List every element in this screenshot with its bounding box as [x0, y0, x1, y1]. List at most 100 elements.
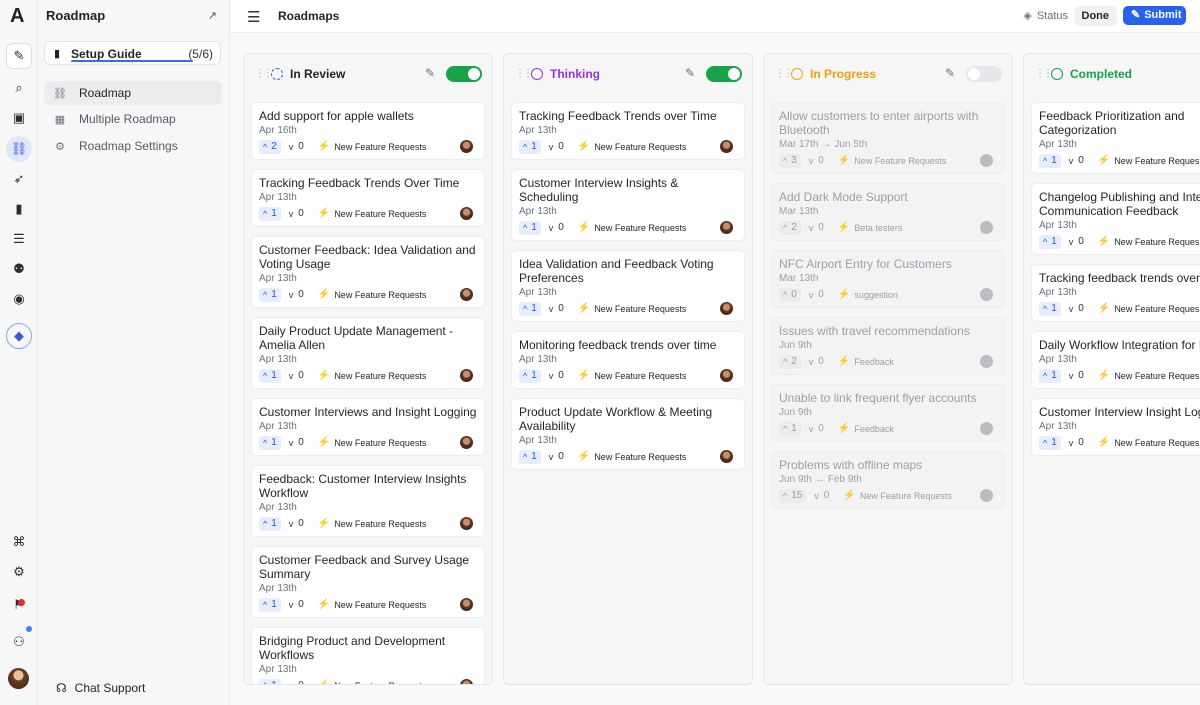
card-avatar[interactable]: [980, 422, 993, 435]
roadmap-card[interactable]: Daily Workflow Integration for P Updates…: [1031, 331, 1200, 389]
card-avatar[interactable]: [460, 598, 473, 611]
downvote-button[interactable]: v0: [1065, 235, 1088, 249]
upvote-button[interactable]: ^1: [1039, 234, 1061, 249]
diamond-icon[interactable]: ◆: [6, 323, 32, 349]
drag-handle-icon[interactable]: ⋮⋮: [775, 68, 793, 79]
downvote-button[interactable]: v0: [285, 679, 308, 684]
card-avatar[interactable]: [720, 140, 733, 153]
card-avatar[interactable]: [460, 140, 473, 153]
roadmap-card[interactable]: Unable to link frequent flyer accounts Ju…: [771, 384, 1005, 442]
status-button[interactable]: ◈ Status: [1023, 9, 1068, 23]
downvote-button[interactable]: v0: [285, 207, 308, 221]
upvote-button[interactable]: ^1: [779, 421, 801, 436]
downvote-button[interactable]: v0: [285, 369, 308, 383]
sidebar-item-roadmap-settings[interactable]: ⚙ Roadmap Settings: [44, 134, 222, 158]
setup-guide[interactable]: ▮ Setup Guide (5/6): [44, 41, 221, 65]
upvote-button[interactable]: ^1: [519, 301, 541, 316]
card-avatar[interactable]: [980, 288, 993, 301]
done-button[interactable]: Done: [1073, 6, 1117, 26]
roadmap-card[interactable]: Customer Interview Insights & Scheduling…: [511, 169, 745, 241]
upvote-button[interactable]: ^ 2: [779, 354, 801, 369]
roadmap-card[interactable]: Monitoring feedback trends over time Apr …: [511, 331, 745, 389]
column-visibility-toggle[interactable]: [706, 66, 742, 82]
roadmap-icon[interactable]: ⛓: [6, 136, 32, 162]
roadmap-card[interactable]: Customer Interviews and Insight Logging A…: [251, 398, 485, 456]
downvote-button[interactable]: v0: [805, 422, 828, 436]
upvote-button[interactable]: ^1: [259, 597, 281, 612]
card-avatar[interactable]: [980, 489, 993, 502]
upvote-button[interactable]: ^1: [1039, 435, 1061, 450]
upvote-button[interactable]: ^1: [1039, 153, 1061, 168]
downvote-button[interactable]: v0: [805, 221, 828, 235]
sidebar-item-multiple-roadmap[interactable]: ▦ Multiple Roadmap: [44, 107, 222, 131]
roadmap-card[interactable]: Changelog Publishing and Inter Communica…: [1031, 183, 1200, 255]
card-avatar[interactable]: [720, 221, 733, 234]
edit-icon[interactable]: ✎: [685, 66, 695, 80]
card-avatar[interactable]: [980, 221, 993, 234]
upvote-button[interactable]: ^1: [259, 516, 281, 531]
upvote-button[interactable]: ^1: [259, 206, 281, 221]
upvote-button[interactable]: ^1: [519, 139, 541, 154]
downvote-button[interactable]: v0: [1065, 369, 1088, 383]
user-icon[interactable]: ⚇: [6, 629, 32, 655]
roadmap-card[interactable]: Customer Feedback: Idea Validation and V…: [251, 236, 485, 308]
upvote-button[interactable]: ^1: [259, 435, 281, 450]
search-icon[interactable]: ⌕: [6, 75, 32, 101]
ai-icon[interactable]: ◉: [6, 286, 32, 312]
notes-icon[interactable]: ☰: [6, 226, 32, 252]
card-avatar[interactable]: [460, 207, 473, 220]
downvote-button[interactable]: v0: [545, 369, 568, 383]
edit-icon[interactable]: ✎: [425, 66, 435, 80]
downvote-button[interactable]: v0: [805, 154, 828, 168]
upvote-button[interactable]: ^ 0: [779, 287, 801, 302]
upvote-button[interactable]: ^1: [519, 368, 541, 383]
menu-icon[interactable]: ☰: [247, 8, 260, 26]
card-avatar[interactable]: [460, 288, 473, 301]
app-logo[interactable]: A: [10, 5, 24, 28]
roadmap-card[interactable]: Daily Product Update Management - Amelia…: [251, 317, 485, 389]
roadmap-card[interactable]: NFC Airport Entry for Customers Mar 13th ^…: [771, 250, 1005, 308]
downvote-button[interactable]: v0: [545, 450, 568, 464]
drag-handle-icon[interactable]: ⋮⋮: [515, 68, 533, 79]
downvote-button[interactable]: v0: [285, 140, 308, 154]
downvote-button[interactable]: v0: [810, 489, 833, 503]
external-link-icon[interactable]: ↗: [208, 9, 217, 22]
roadmap-card[interactable]: Idea Validation and Feedback Voting Pref…: [511, 250, 745, 322]
downvote-button[interactable]: v0: [545, 221, 568, 235]
users-icon[interactable]: ⚉: [6, 256, 32, 282]
downvote-button[interactable]: v0: [805, 288, 828, 302]
upvote-button[interactable]: ^ 2: [259, 139, 281, 154]
roadmap-card[interactable]: Add support for apple wallets Apr 16th ^ 2 v…: [251, 102, 485, 160]
roadmap-card[interactable]: Tracking feedback trends over t Apr 13th ^…: [1031, 264, 1200, 322]
downvote-button[interactable]: v0: [285, 436, 308, 450]
edit-icon[interactable]: ✎: [6, 43, 32, 69]
upvote-button[interactable]: ^1: [519, 449, 541, 464]
book-icon[interactable]: ▮: [6, 196, 32, 222]
upvote-button[interactable]: ^1: [519, 220, 541, 235]
downvote-button[interactable]: v0: [545, 302, 568, 316]
downvote-button[interactable]: v0: [1065, 154, 1088, 168]
upvote-button[interactable]: ^ 15: [779, 488, 807, 503]
downvote-button[interactable]: v0: [545, 140, 568, 154]
avatar[interactable]: [8, 668, 29, 689]
edit-icon[interactable]: ✎: [945, 66, 955, 80]
box-icon[interactable]: ▣: [6, 105, 32, 131]
roadmap-card[interactable]: Product Update Workflow & Meeting Availa…: [511, 398, 745, 470]
downvote-button[interactable]: v0: [285, 598, 308, 612]
roadmap-card[interactable]: Feedback: Customer Interview Insights Wo…: [251, 465, 485, 537]
column-visibility-toggle[interactable]: [966, 66, 1002, 82]
downvote-button[interactable]: v0: [285, 288, 308, 302]
command-icon[interactable]: ⌘: [6, 529, 32, 555]
card-avatar[interactable]: [720, 369, 733, 382]
roadmap-card[interactable]: Feedback Prioritization and Categorizati…: [1031, 102, 1200, 174]
column-visibility-toggle[interactable]: [446, 66, 482, 82]
submit-button[interactable]: ✎ Submit: [1123, 6, 1186, 25]
downvote-button[interactable]: v0: [1065, 436, 1088, 450]
upvote-button[interactable]: ^1: [1039, 301, 1061, 316]
upvote-button[interactable]: ^1: [259, 287, 281, 302]
card-avatar[interactable]: [460, 369, 473, 382]
roadmap-card[interactable]: Bridging Product and Development Workflo…: [251, 627, 485, 684]
downvote-button[interactable]: v0: [285, 517, 308, 531]
card-avatar[interactable]: [980, 154, 993, 167]
roadmap-card[interactable]: Problems with offline maps Jun 9th → Feb 9t…: [771, 451, 1005, 509]
